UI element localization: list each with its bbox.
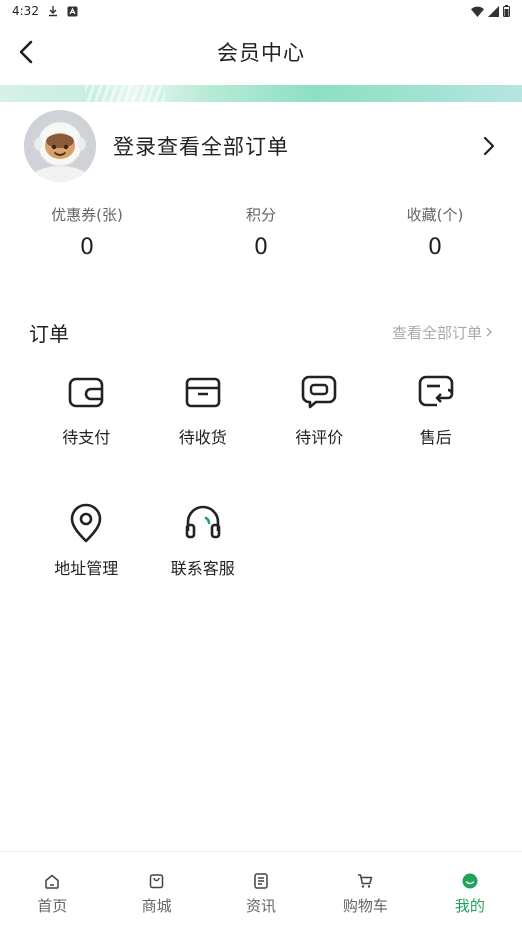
home-icon [43,872,61,890]
service-address-management[interactable]: 地址管理 [28,503,145,579]
service-label: 地址管理 [54,559,119,578]
document-icon [252,872,270,890]
back-button[interactable] [10,36,42,68]
status-bar: 4:32 [0,0,522,22]
order-label: 待收货 [178,428,227,447]
orders-header: 订单 查看全部订单 [29,316,493,348]
tab-cart[interactable]: 购物车 [313,852,417,928]
headset-icon [183,503,223,543]
avatar[interactable] [24,110,96,182]
view-all-orders-label[interactable]: 查看全部订单 [392,322,482,343]
battery-icon [503,5,510,17]
tab-label: 我的 [454,897,485,915]
order-pending-receipt[interactable]: 待收货 [145,372,262,448]
bottom-tab-bar: 首页 商城 资讯 购物车 我的 [0,851,522,928]
tab-home[interactable]: 首页 [0,852,104,928]
stats-row: 优惠券(张) 0 积分 0 收藏(个) 0 [0,204,522,274]
wallet-icon [66,372,106,412]
order-label: 待支付 [62,428,111,447]
order-pending-review[interactable]: 待评价 [261,372,378,448]
cart-icon [356,872,374,890]
stat-value: 0 [428,235,442,260]
tab-label: 购物车 [342,897,388,915]
signal-icon [488,5,499,17]
tab-label: 商城 [141,897,172,915]
tab-profile[interactable]: 我的 [418,852,522,928]
tab-news[interactable]: 资讯 [209,852,313,928]
stat-value: 0 [254,235,268,260]
stat-label: 收藏(个) [406,206,464,224]
comment-icon [299,372,339,412]
order-after-sales[interactable]: 售后 [378,372,495,448]
orders-grid: 待支付 待收货 待评价 售后 [28,372,494,448]
services-grid: 地址管理 联系客服 [28,503,494,579]
shopping-bag-icon [148,872,166,890]
header-gradient-band [0,85,522,102]
stat-value: 0 [80,235,94,260]
login-row[interactable]: 登录查看全部订单 [0,108,522,184]
stat-coupons[interactable]: 优惠券(张) 0 [0,204,174,274]
download-icon [47,5,59,17]
view-all-orders-link[interactable]: 查看全部订单 [392,322,493,343]
order-label: 售后 [419,428,452,447]
service-label: 联系客服 [170,559,235,578]
stat-favorites[interactable]: 收藏(个) 0 [348,204,522,274]
stat-points[interactable]: 积分 0 [174,204,348,274]
stat-label: 积分 [245,206,276,224]
nav-bar: 会员中心 [0,22,522,82]
stat-label: 优惠券(张) [51,206,123,224]
chevron-right-small-icon [486,327,492,337]
chevron-left-icon [19,40,33,64]
order-pending-payment[interactable]: 待支付 [28,372,145,448]
page-title: 会员中心 [217,41,305,65]
login-prompt[interactable]: 登录查看全部订单 [113,131,289,161]
location-pin-icon [66,503,106,543]
app-notification-icon [67,6,78,17]
chevron-right-icon[interactable] [482,135,496,157]
service-contact-support[interactable]: 联系客服 [145,503,262,579]
tab-label: 资讯 [246,897,277,915]
tab-mall[interactable]: 商城 [104,852,208,928]
orders-title: 订单 [29,321,69,346]
status-time: 4:32 [12,4,39,18]
order-label: 待评价 [295,428,344,447]
box-icon [183,372,223,412]
profile-icon [461,872,479,890]
wifi-icon [471,6,484,17]
return-icon [416,372,456,412]
tab-label: 首页 [37,897,68,915]
